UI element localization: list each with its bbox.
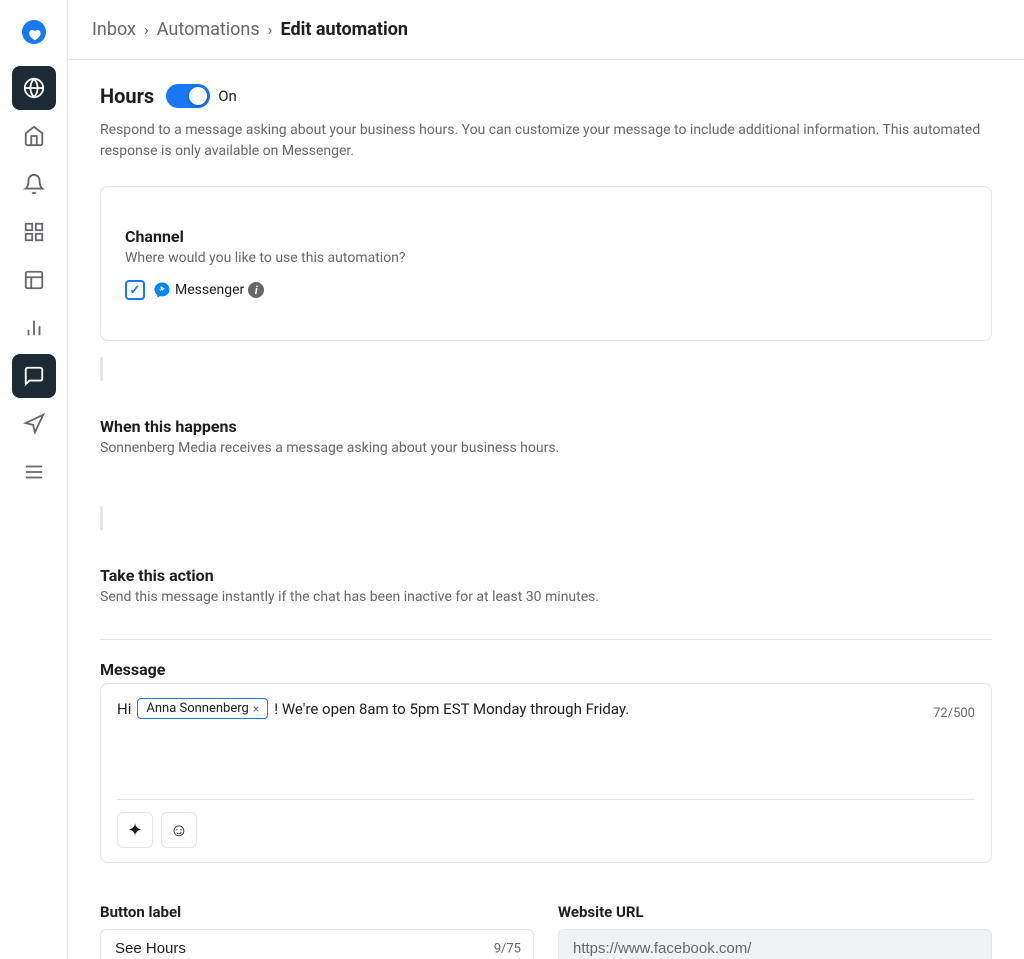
hours-toggle[interactable] [166, 84, 210, 108]
channel-section: Channel Where would you like to use this… [125, 207, 967, 320]
header: Inbox › Automations › Edit automation [68, 0, 1024, 60]
sidebar-item-grid[interactable] [12, 210, 56, 254]
sidebar [0, 0, 68, 959]
page-content: Hours On Respond to a message asking abo… [68, 60, 1024, 959]
breadcrumb-inbox[interactable]: Inbox [92, 19, 136, 40]
message-hi: Hi [117, 700, 131, 718]
sidebar-item-chart[interactable] [12, 306, 56, 350]
messenger-checkbox[interactable]: ✓ [125, 280, 145, 300]
channel-title: Channel [125, 227, 967, 246]
name-tag[interactable]: Anna Sonnenberg × [137, 698, 268, 719]
emoji-button[interactable]: ☺ [161, 812, 197, 848]
sidebar-item-notifications[interactable] [12, 162, 56, 206]
breadcrumb-sep-2: › [268, 20, 273, 39]
message-section: Message Hi Anna Sonnenberg × ! We're ope… [100, 640, 992, 883]
message-text-area: Hi Anna Sonnenberg × ! We're open 8am to… [117, 698, 933, 719]
button-label-input-container: 9/75 [100, 929, 534, 959]
description: Respond to a message asking about your b… [100, 120, 992, 162]
when-subtitle: Sonnenberg Media receives a message aski… [100, 440, 992, 456]
message-toolbar: ✦ ☺ [117, 799, 975, 848]
button-label-title: Button label [100, 903, 534, 921]
breadcrumb: Inbox › Automations › Edit automation [92, 19, 408, 40]
action-section: Take this action Send this message insta… [100, 546, 992, 639]
message-body: ! We're open 8am to 5pm EST Monday throu… [274, 700, 629, 718]
toggle-label: On [218, 87, 237, 105]
website-url-title: Website URL [558, 903, 992, 921]
action-title: Take this action [100, 566, 992, 585]
breadcrumb-current: Edit automation [280, 19, 407, 40]
when-title: When this happens [100, 417, 992, 436]
ai-assist-button[interactable]: ✦ [117, 812, 153, 848]
channel-subtitle: Where would you like to use this automat… [125, 250, 967, 266]
message-box[interactable]: Hi Anna Sonnenberg × ! We're open 8am to… [100, 683, 992, 863]
website-url-input[interactable] [559, 930, 991, 959]
info-icon[interactable]: i [248, 282, 264, 298]
sidebar-item-globe[interactable] [12, 66, 56, 110]
messenger-text: Messenger [175, 282, 244, 298]
action-subtitle: Send this message instantly if the chat … [100, 589, 992, 605]
toggle-container: On [166, 84, 237, 108]
sidebar-item-chat[interactable] [12, 354, 56, 398]
button-label-input[interactable] [101, 930, 533, 959]
section-divider-2 [100, 506, 103, 530]
button-label-group: Button label 9/75 Remove button [100, 903, 534, 959]
sidebar-item-home[interactable] [12, 114, 56, 158]
sidebar-item-layout[interactable] [12, 258, 56, 302]
website-url-group: Website URL [558, 903, 992, 959]
name-tag-close-icon[interactable]: × [253, 702, 259, 716]
messenger-logo-icon [153, 281, 171, 299]
website-url-input-container [558, 929, 992, 959]
message-top-row: Hi Anna Sonnenberg × ! We're open 8am to… [117, 698, 975, 721]
bottom-fields: Button label 9/75 Remove button Website … [100, 903, 992, 959]
sidebar-item-menu[interactable] [12, 450, 56, 494]
hours-section: Hours On [100, 84, 992, 108]
sidebar-item-megaphone[interactable] [12, 402, 56, 446]
checkmark-icon: ✓ [130, 283, 141, 298]
name-tag-text: Anna Sonnenberg [146, 701, 248, 716]
toggle-slider [166, 84, 210, 108]
message-title: Message [100, 660, 992, 679]
main-content: Inbox › Automations › Edit automation Ho… [68, 0, 1024, 959]
button-label-count: 9/75 [494, 941, 521, 956]
channel-option-messenger: ✓ Messenger i [125, 280, 967, 300]
hours-title: Hours [100, 84, 154, 108]
messenger-label: Messenger i [153, 281, 264, 299]
message-content: Hi Anna Sonnenberg × ! We're open 8am to… [117, 698, 933, 719]
breadcrumb-sep-1: › [144, 20, 149, 39]
section-divider-1 [100, 357, 103, 381]
char-count: 72/500 [933, 706, 975, 721]
meta-logo [14, 12, 54, 52]
channel-card: Channel Where would you like to use this… [100, 186, 992, 341]
when-section: When this happens Sonnenberg Media recei… [100, 397, 992, 490]
breadcrumb-automations[interactable]: Automations [157, 19, 260, 40]
